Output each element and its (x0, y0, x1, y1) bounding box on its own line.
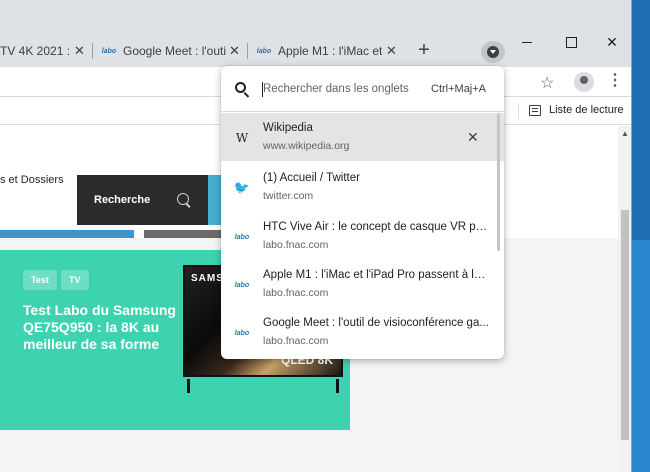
tab-close-icon[interactable]: ✕ (74, 43, 85, 59)
bookmark-star-icon[interactable]: ☆ (540, 73, 554, 93)
tab-divider (247, 43, 248, 59)
minimize-button[interactable] (512, 30, 542, 54)
nav-accent-block (208, 175, 222, 225)
page-scrollbar[interactable]: ▲ (618, 126, 631, 472)
maximize-button[interactable] (556, 30, 586, 54)
tab-result-url: labo.fnac.com (263, 287, 329, 299)
tab-result-apple-m1[interactable]: labo Apple M1 : l'iMac et l'iPad Pro pas… (221, 260, 504, 308)
reading-list-button[interactable]: Liste de lecture (549, 104, 624, 116)
tab-search-button[interactable] (481, 41, 505, 63)
desktop-background (632, 0, 650, 472)
nav-search-button[interactable]: Recherche (77, 175, 208, 225)
tab-result-url: labo.fnac.com (263, 239, 329, 251)
tab-apple-m1[interactable]: labo Apple M1 : l'iMac et l ✕ (256, 38, 406, 64)
tab-result-title: Google Meet : l'outil de visioconférence… (263, 317, 489, 329)
tab-result-wikipedia[interactable]: W Wikipedia www.wikipedia.org ✕ (221, 113, 504, 161)
fnac-labo-icon: labo (234, 233, 250, 241)
scroll-up-arrow-icon[interactable]: ▲ (621, 129, 629, 138)
close-tab-icon[interactable]: ✕ (467, 129, 479, 146)
tab-result-title: Wikipedia (263, 122, 313, 134)
tag-test[interactable]: Test (23, 270, 57, 290)
tv-stand (183, 379, 343, 393)
tag-tv[interactable]: TV (61, 270, 89, 290)
tab-title: TV 4K 2021 : p (0, 44, 70, 58)
fnac-labo-icon: labo (101, 47, 117, 55)
close-window-button[interactable]: ✕ (597, 30, 627, 54)
twitter-icon: 🐦 (233, 180, 251, 195)
tab-search-scrollbar[interactable] (497, 113, 500, 251)
tab-result-twitter[interactable]: 🐦 (1) Accueil / Twitter twitter.com (221, 163, 504, 211)
bookmarks-divider (518, 103, 519, 119)
nav-search-label: Recherche (94, 194, 151, 206)
wikipedia-icon: W (235, 131, 249, 145)
tab-search-popup: Ctrl+Maj+A W Wikipedia www.wikipedia.org… (221, 66, 504, 359)
tab-result-title: HTC Vive Air : le concept de casque VR p… (263, 221, 489, 233)
tab-title: Google Meet : l'outil (123, 44, 226, 58)
search-icon (235, 82, 246, 93)
tab-close-icon[interactable]: ✕ (386, 43, 397, 59)
chevron-down-icon (487, 46, 499, 58)
tab-search-input[interactable] (263, 79, 423, 99)
tab-result-title: (1) Accueil / Twitter (263, 172, 360, 184)
hero-title[interactable]: Test Labo du Samsung QE75Q950 : la 8K au… (23, 302, 183, 353)
keyboard-shortcut-hint: Ctrl+Maj+A (431, 83, 487, 95)
fnac-labo-icon: labo (234, 329, 250, 337)
tab-result-htc-vive[interactable]: labo HTC Vive Air : le concept de casque… (221, 212, 504, 260)
tab-result-url: labo.fnac.com (263, 335, 329, 347)
scrollbar-thumb[interactable] (621, 210, 629, 440)
search-icon (177, 193, 189, 205)
menu-kebab-icon[interactable]: ⋮ (607, 71, 623, 91)
tab-result-url: twitter.com (263, 190, 314, 202)
profile-avatar[interactable] (574, 72, 594, 92)
nav-item-dossiers[interactable]: s et Dossiers (0, 174, 64, 186)
nav-underline-grey (144, 230, 222, 238)
nav-underline-blue (0, 230, 134, 238)
tab-result-google-meet[interactable]: labo Google Meet : l'outil de visioconfé… (221, 308, 504, 356)
tab-search-header: Ctrl+Maj+A (221, 66, 504, 112)
new-tab-button[interactable]: + (414, 38, 434, 62)
tab-tv-4k[interactable]: TV 4K 2021 : p ✕ (0, 38, 90, 64)
tab-divider (92, 43, 93, 59)
tab-result-url: www.wikipedia.org (263, 140, 350, 152)
tab-google-meet[interactable]: labo Google Meet : l'outil ✕ (101, 38, 246, 64)
tab-strip: TV 4K 2021 : p ✕ labo Google Meet : l'ou… (0, 0, 631, 67)
reading-list-icon[interactable] (529, 105, 541, 116)
fnac-labo-icon: labo (256, 47, 272, 55)
tab-result-title: Apple M1 : l'iMac et l'iPad Pro passent … (263, 269, 489, 281)
tab-close-icon[interactable]: ✕ (229, 43, 240, 59)
browser-window: TV 4K 2021 : p ✕ labo Google Meet : l'ou… (0, 0, 632, 472)
tab-title: Apple M1 : l'iMac et l (278, 44, 382, 58)
fnac-labo-icon: labo (234, 281, 250, 289)
